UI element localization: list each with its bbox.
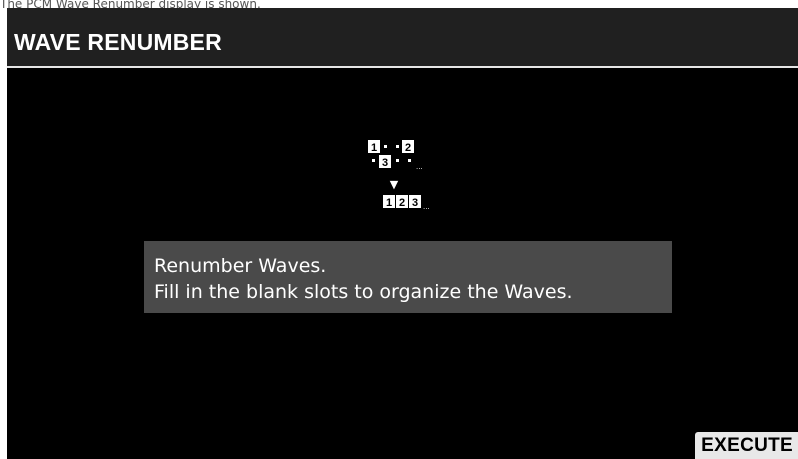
before-ellipsis: ...	[416, 163, 423, 171]
wave-renumber-screen: WAVE RENUMBER 1 2 3 ... ▼ 1 2 3 ... Renu…	[7, 8, 798, 459]
blank-dot	[396, 145, 399, 148]
message-line-1: Renumber Waves.	[154, 255, 327, 277]
blank-dot	[396, 159, 399, 162]
blank-dot	[372, 159, 375, 162]
down-arrow-icon: ▼	[390, 178, 399, 191]
page-title: WAVE RENUMBER	[14, 29, 222, 55]
message-line-2: Fill in the blank slots to organize the …	[154, 281, 573, 303]
renumber-diagram-icon: 1 2 3 ... ▼ 1 2 3 ...	[368, 140, 430, 211]
title-bar: WAVE RENUMBER	[7, 8, 798, 68]
after-slot-1-label: 1	[386, 197, 392, 209]
message-box: Renumber Waves. Fill in the blank slots …	[144, 241, 672, 313]
after-ellipsis: ...	[423, 203, 430, 211]
before-slot-3-label: 3	[382, 157, 388, 169]
page-caption: The PCM Wave Renumber display is shown.	[0, 0, 261, 8]
after-slot-2-label: 2	[399, 197, 405, 209]
after-slot-3-label: 3	[412, 197, 418, 209]
before-slot-1-label: 1	[371, 142, 377, 154]
blank-dot	[384, 145, 387, 148]
blank-dot	[408, 159, 411, 162]
execute-button[interactable]: EXECUTE	[695, 432, 798, 459]
before-slot-2-label: 2	[405, 142, 411, 154]
